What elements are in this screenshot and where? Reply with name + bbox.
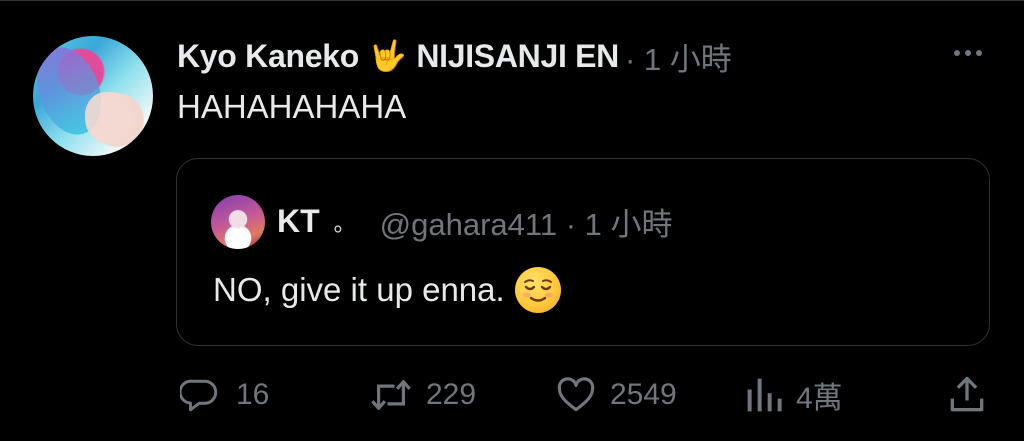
share-upload-icon xyxy=(950,376,984,412)
reply-button[interactable]: 16 xyxy=(180,370,269,420)
more-dots-icon xyxy=(954,50,960,56)
reply-count: 16 xyxy=(236,378,270,411)
quoted-header: KT 。 @gahara411 · 1 小時 xyxy=(277,197,673,245)
tweet-timestamp[interactable]: · 1 小時 xyxy=(625,34,732,79)
quoted-name[interactable]: KT xyxy=(277,203,320,240)
author-avatar[interactable] xyxy=(33,36,153,156)
retweet-count: 229 xyxy=(426,378,477,411)
like-count: 2549 xyxy=(610,378,677,411)
tweet-header: Kyo Kaneko 🤟 NIJISANJI EN · 1 小時 xyxy=(177,32,732,80)
more-dots-icon xyxy=(976,50,982,56)
author-name[interactable]: Kyo Kaneko xyxy=(177,38,359,75)
tweet-text: HAHAHAHAHA xyxy=(177,88,407,125)
like-button[interactable]: 2549 xyxy=(554,370,677,420)
author-org[interactable]: NIJISANJI EN xyxy=(416,38,619,75)
share-button[interactable] xyxy=(945,370,989,420)
reply-bubble-icon xyxy=(180,379,218,412)
action-bar: 16 229 2549 4萬 xyxy=(0,370,1024,420)
more-dots-icon xyxy=(965,50,971,56)
views-count: 4萬 xyxy=(796,382,843,415)
quoted-tweet[interactable]: KT 。 @gahara411 · 1 小時 NO, give it up en… xyxy=(176,158,990,346)
top-divider xyxy=(0,0,1024,1)
relieved-face-emoji xyxy=(514,267,561,313)
retweet-button[interactable]: 229 xyxy=(368,370,476,420)
avatar-face xyxy=(85,92,133,144)
retweet-icon xyxy=(371,380,411,410)
quoted-avatar[interactable] xyxy=(211,195,265,249)
quoted-handle-time[interactable]: @gahara411 · 1 小時 xyxy=(380,199,673,244)
quoted-name-dot: 。 xyxy=(333,211,356,236)
heart-icon xyxy=(557,377,595,412)
views-button[interactable]: 4萬 xyxy=(744,370,843,420)
author-emoji: 🤟 xyxy=(368,39,407,73)
quoted-text: NO, give it up enna. xyxy=(213,271,505,308)
views-chart-icon xyxy=(747,378,782,412)
quoted-text-row: NO, give it up enna. xyxy=(213,267,561,313)
more-options-button[interactable] xyxy=(946,40,990,66)
